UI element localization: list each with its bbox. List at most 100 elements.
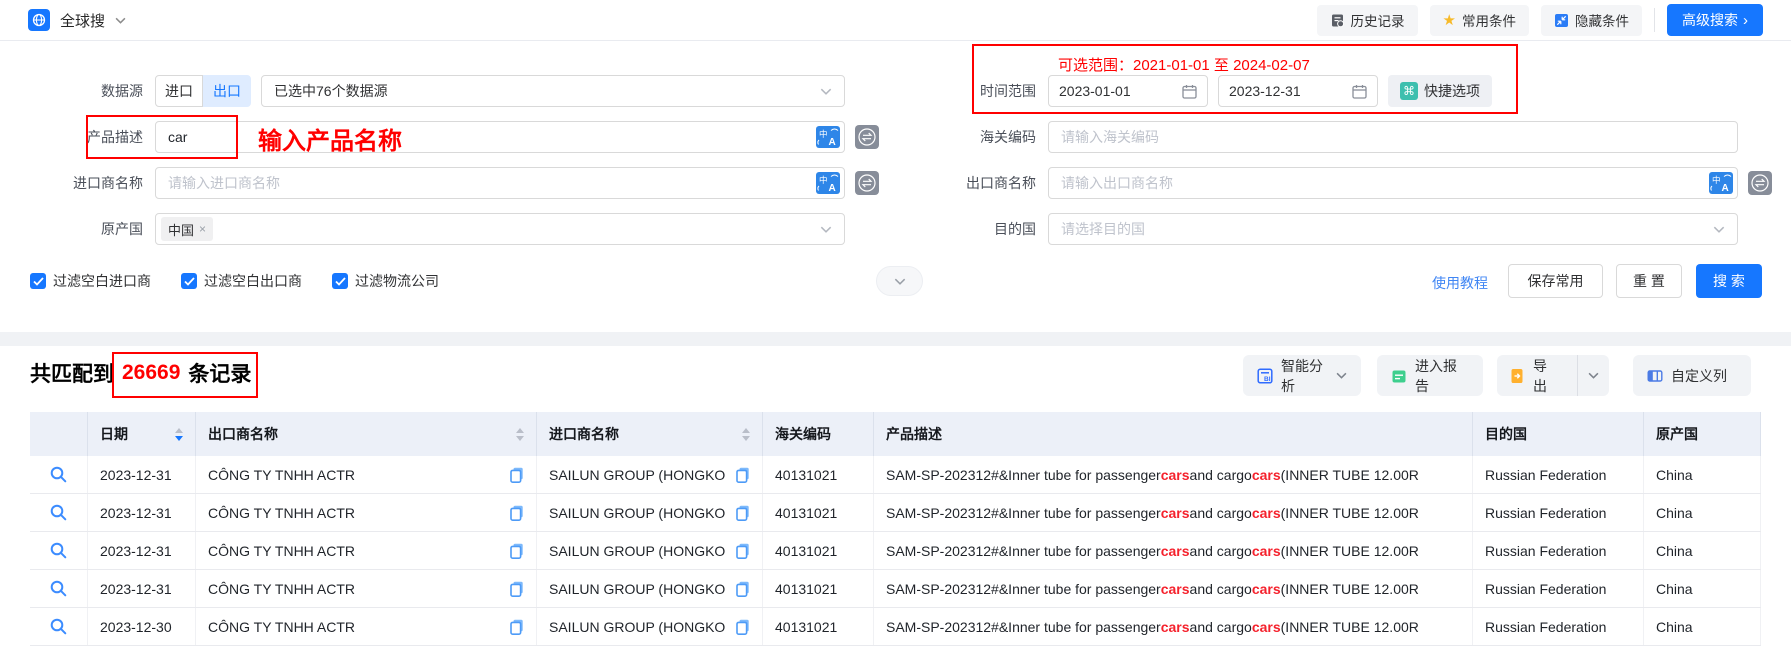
advanced-search-label: 高级搜索 bbox=[1682, 10, 1738, 30]
origin-country-select[interactable]: 中国 × bbox=[155, 213, 845, 245]
header-importer[interactable]: 进口商名称 bbox=[537, 412, 763, 456]
hs-code-row: 海关编码 bbox=[900, 120, 1738, 154]
destination-cell: Russian Federation bbox=[1473, 608, 1644, 645]
table-row: 2023-12-31 CÔNG TY TNHH ACTR SAILUN GROU… bbox=[30, 532, 1761, 570]
desc-text: and cargo bbox=[1190, 467, 1252, 483]
header-label: 目的国 bbox=[1485, 424, 1527, 444]
header-label: 海关编码 bbox=[775, 424, 831, 444]
desc-text: (INNER TUBE 12.00R bbox=[1281, 619, 1419, 635]
import-toggle[interactable]: 进口 bbox=[155, 75, 203, 107]
topbar-actions: 历史记录 ★ 常用条件 隐藏条件 高级搜索 › bbox=[1317, 4, 1763, 36]
header-label: 日期 bbox=[100, 424, 128, 444]
export-toggle[interactable]: 出口 bbox=[203, 75, 251, 107]
advanced-search-button[interactable]: 高级搜索 › bbox=[1667, 4, 1763, 36]
keyword-highlight: cars bbox=[1161, 505, 1190, 521]
hs-code-cell: 40131021 bbox=[763, 570, 874, 607]
export-dropdown-button[interactable] bbox=[1577, 355, 1609, 396]
data-source-select[interactable]: 已选中76个数据源 bbox=[261, 75, 845, 107]
magnifier-icon[interactable] bbox=[49, 579, 68, 598]
enter-report-button[interactable]: 进入报告 bbox=[1377, 355, 1483, 396]
desc-text: SAM-SP-202312#&Inner tube for passenger bbox=[886, 543, 1161, 559]
columns-icon bbox=[1647, 368, 1663, 384]
export-button[interactable]: 导出 bbox=[1497, 355, 1569, 396]
importer-cell: SAILUN GROUP (HONGKO bbox=[537, 570, 763, 607]
close-icon[interactable]: × bbox=[199, 222, 206, 236]
translate-icon[interactable]: 中A bbox=[816, 172, 840, 194]
table-row: 2023-12-31 CÔNG TY TNHH ACTR SAILUN GROU… bbox=[30, 494, 1761, 532]
importer-cell: SAILUN GROUP (HONGKO bbox=[537, 456, 763, 493]
desc-text: SAM-SP-202312#&Inner tube for passenger bbox=[886, 505, 1161, 521]
translate-icon[interactable]: 中A bbox=[816, 126, 840, 148]
svg-text:BI: BI bbox=[1264, 376, 1271, 383]
custom-columns-button[interactable]: 自定义列 bbox=[1633, 355, 1751, 396]
desc-text: and cargo bbox=[1190, 543, 1252, 559]
section-divider bbox=[0, 332, 1791, 346]
ai-analysis-button[interactable]: BI 智能分析 bbox=[1243, 355, 1361, 396]
history-icon bbox=[1330, 13, 1345, 28]
table-body: 2023-12-31 CÔNG TY TNHH ACTR SAILUN GROU… bbox=[30, 456, 1761, 646]
exporter-input[interactable] bbox=[1048, 167, 1738, 199]
collapse-form-button[interactable] bbox=[876, 266, 923, 296]
exporter-name: CÔNG TY TNHH ACTR bbox=[208, 505, 355, 521]
quick-options-button[interactable]: ⌘ 快捷选项 bbox=[1388, 75, 1492, 107]
search-button[interactable]: 搜 索 bbox=[1696, 264, 1762, 298]
magnifier-icon[interactable] bbox=[49, 541, 68, 560]
exporter-row: 出口商名称 中A bbox=[900, 166, 1772, 200]
filter-checkbox-row: 过滤空白进口商 过滤空白出口商 过滤物流公司 bbox=[30, 264, 439, 298]
product-desc-annotation-text: 输入产品名称 bbox=[258, 121, 402, 156]
sort-icon[interactable] bbox=[508, 428, 524, 441]
translate-icon[interactable]: 中A bbox=[1709, 172, 1733, 194]
copy-icon[interactable] bbox=[736, 505, 750, 521]
exchange-icon[interactable] bbox=[1748, 171, 1772, 195]
copy-icon[interactable] bbox=[736, 581, 750, 597]
copy-icon[interactable] bbox=[736, 619, 750, 635]
importer-input[interactable] bbox=[155, 167, 845, 199]
header-date[interactable]: 日期 bbox=[88, 412, 196, 456]
history-button[interactable]: 历史记录 bbox=[1317, 5, 1418, 36]
destination-cell: Russian Federation bbox=[1473, 570, 1644, 607]
copy-icon[interactable] bbox=[510, 467, 524, 483]
export-icon bbox=[1509, 368, 1525, 384]
magnifier-icon[interactable] bbox=[49, 503, 68, 522]
filter-blank-exporter-checkbox[interactable]: 过滤空白出口商 bbox=[181, 271, 302, 291]
header-detail-column bbox=[30, 412, 88, 456]
destination-cell: Russian Federation bbox=[1473, 532, 1644, 569]
arrow-right-icon: › bbox=[1743, 12, 1748, 29]
header-exporter[interactable]: 出口商名称 bbox=[196, 412, 537, 456]
destination-cell: Russian Federation bbox=[1473, 494, 1644, 531]
importer-cell: SAILUN GROUP (HONGKO bbox=[537, 608, 763, 645]
filter-logistics-checkbox[interactable]: 过滤物流公司 bbox=[332, 271, 439, 291]
tutorial-link[interactable]: 使用教程 bbox=[1432, 273, 1488, 293]
dest-country-select[interactable]: 请选择目的国 bbox=[1048, 213, 1738, 245]
magnifier-icon[interactable] bbox=[49, 465, 68, 484]
copy-icon[interactable] bbox=[736, 467, 750, 483]
save-conditions-button[interactable]: 保存常用 bbox=[1508, 264, 1603, 298]
dest-country-label: 目的国 bbox=[900, 219, 1048, 239]
exchange-icon[interactable] bbox=[855, 125, 879, 149]
sort-icon[interactable] bbox=[167, 428, 183, 441]
copy-icon[interactable] bbox=[510, 581, 524, 597]
topbar: 全球搜 历史记录 ★ 常用条件 隐藏条件 bbox=[0, 0, 1791, 41]
keyword-highlight: cars bbox=[1252, 581, 1281, 597]
start-date-input[interactable]: 2023-01-01 bbox=[1048, 75, 1208, 107]
copy-icon[interactable] bbox=[510, 505, 524, 521]
app-switcher[interactable]: 全球搜 bbox=[28, 9, 126, 31]
chevron-down-icon[interactable] bbox=[115, 17, 126, 24]
dest-country-placeholder: 请选择目的国 bbox=[1061, 219, 1145, 239]
favorites-button[interactable]: ★ 常用条件 bbox=[1430, 5, 1529, 36]
end-date-input[interactable]: 2023-12-31 bbox=[1218, 75, 1378, 107]
magnifier-icon[interactable] bbox=[49, 617, 68, 636]
copy-icon[interactable] bbox=[736, 543, 750, 559]
hs-code-input[interactable] bbox=[1048, 121, 1738, 153]
hide-conditions-button[interactable]: 隐藏条件 bbox=[1541, 5, 1642, 36]
copy-icon[interactable] bbox=[510, 619, 524, 635]
importer-name: SAILUN GROUP (HONGKO bbox=[549, 505, 725, 521]
importer-name: SAILUN GROUP (HONGKO bbox=[549, 467, 725, 483]
copy-icon[interactable] bbox=[510, 543, 524, 559]
reset-button[interactable]: 重 置 bbox=[1616, 264, 1682, 298]
product-desc-label: 产品描述 bbox=[0, 127, 155, 147]
product-desc-cell: SAM-SP-202312#&Inner tube for passenger … bbox=[874, 608, 1473, 645]
filter-blank-importer-checkbox[interactable]: 过滤空白进口商 bbox=[30, 271, 151, 291]
sort-icon[interactable] bbox=[734, 428, 750, 441]
exchange-icon[interactable] bbox=[855, 171, 879, 195]
